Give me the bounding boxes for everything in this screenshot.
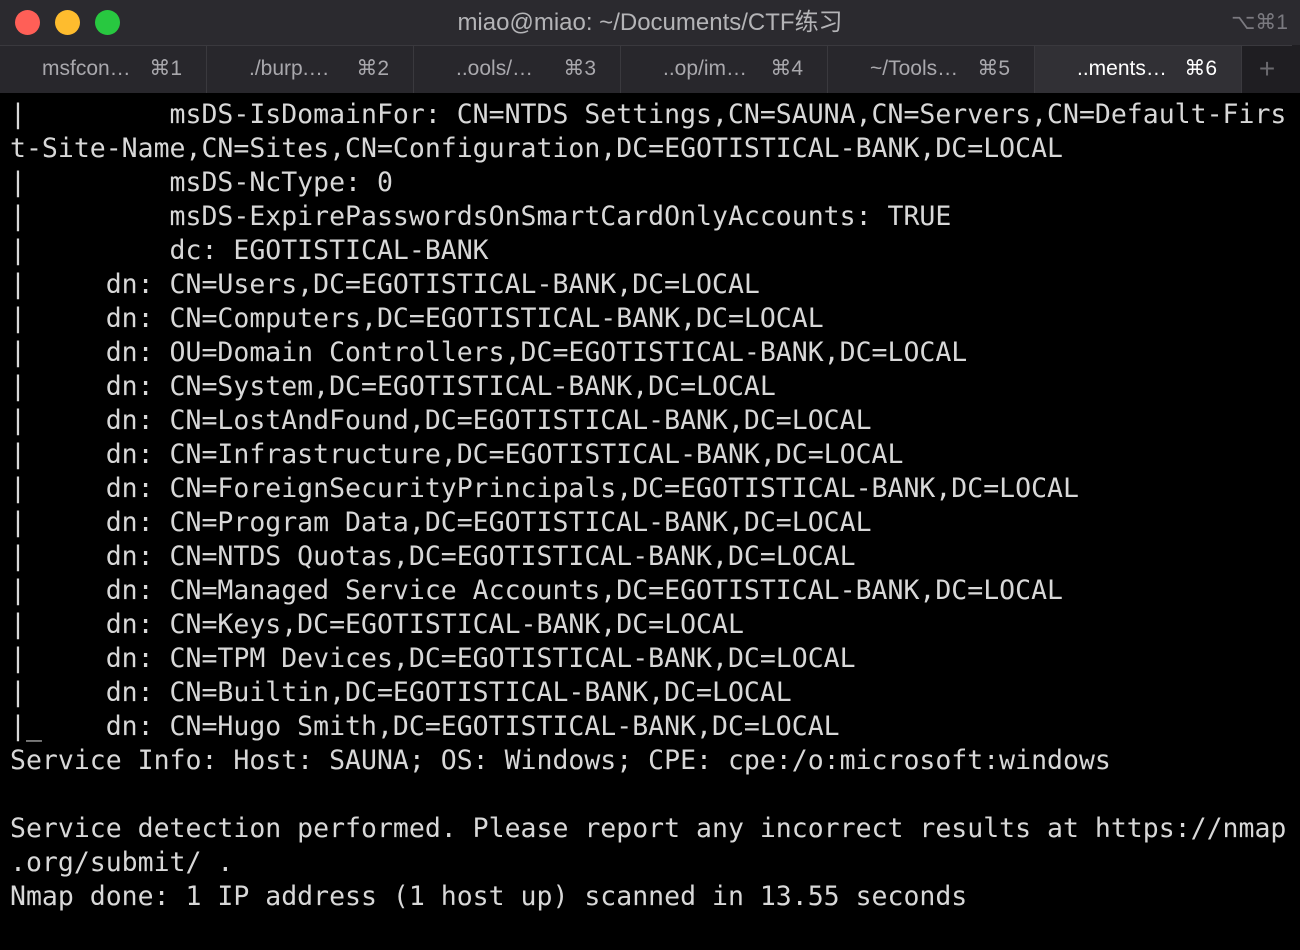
new-tab-button[interactable]: + — [1242, 45, 1292, 93]
terminal-line: Nmap done: 1 IP address (1 host up) scan… — [10, 881, 968, 912]
terminal-line: | dn: CN=ForeignSecurityPrincipals,DC=EG… — [10, 473, 1079, 504]
terminal-output[interactable]: | msDS-IsDomainFor: CN=NTDS Settings,CN=… — [0, 93, 1300, 950]
tab-shortcut: ⌘6 — [1184, 57, 1217, 80]
terminal-window: miao@miao: ~/Documents/CTF练习 ⌥⌘1 msfcon…… — [0, 0, 1300, 950]
terminal-line: |_ dn: CN=Hugo Smith,DC=EGOTISTICAL-BANK… — [10, 711, 840, 742]
terminal-line: | dn: CN=Infrastructure,DC=EGOTISTICAL-B… — [10, 439, 904, 470]
window-title: miao@miao: ~/Documents/CTF练习 — [457, 9, 843, 36]
terminal-line: .org/submit/ . — [10, 847, 234, 878]
tab-4[interactable]: ..op/im… ⌘4 — [621, 45, 828, 93]
terminal-line: t-Site-Name,CN=Sites,CN=Configuration,DC… — [10, 133, 1063, 164]
terminal-line: | dn: CN=LostAndFound,DC=EGOTISTICAL-BAN… — [10, 405, 872, 436]
tab-label: ..ments… — [1077, 57, 1167, 80]
terminal-lines: | msDS-IsDomainFor: CN=NTDS Settings,CN=… — [10, 98, 1286, 914]
window-shortcut: ⌥⌘1 — [1231, 11, 1288, 34]
terminal-line: Service Info: Host: SAUNA; OS: Windows; … — [10, 745, 1111, 776]
terminal-line: Service detection performed. Please repo… — [10, 813, 1287, 844]
terminal-line: | dn: CN=TPM Devices,DC=EGOTISTICAL-BANK… — [10, 643, 856, 674]
tab-shortcut: ⌘1 — [149, 57, 182, 80]
tab-label: ..ools/… — [456, 57, 534, 80]
tab-2[interactable]: ./burp.… ⌘2 — [207, 45, 414, 93]
terminal-line: | dn: CN=NTDS Quotas,DC=EGOTISTICAL-BANK… — [10, 541, 856, 572]
terminal-line: | dn: CN=Builtin,DC=EGOTISTICAL-BANK,DC=… — [10, 677, 792, 708]
terminal-line: | dn: OU=Domain Controllers,DC=EGOTISTIC… — [10, 337, 968, 368]
terminal-line: | dn: CN=Managed Service Accounts,DC=EGO… — [10, 575, 1063, 606]
tab-bar: msfcon… ⌘1 ./burp.… ⌘2 ..ools/… ⌘3 ..op/… — [0, 45, 1300, 93]
tab-shortcut: ⌘5 — [977, 57, 1010, 80]
tab-3[interactable]: ..ools/… ⌘3 — [414, 45, 621, 93]
tab-label: ./burp.… — [249, 57, 330, 80]
terminal-line: | dn: CN=Computers,DC=EGOTISTICAL-BANK,D… — [10, 303, 824, 334]
tab-1[interactable]: msfcon… ⌘1 — [0, 45, 207, 93]
tab-shortcut: ⌘4 — [770, 57, 803, 80]
terminal-line: | dn: CN=System,DC=EGOTISTICAL-BANK,DC=L… — [10, 371, 776, 402]
tab-shortcut: ⌘2 — [356, 57, 389, 80]
terminal-line: | dn: CN=Users,DC=EGOTISTICAL-BANK,DC=LO… — [10, 269, 760, 300]
terminal-line: | dc: EGOTISTICAL-BANK — [10, 235, 489, 266]
terminal-line: | msDS-NcType: 0 — [10, 167, 393, 198]
title-bar[interactable]: miao@miao: ~/Documents/CTF练习 ⌥⌘1 — [0, 0, 1300, 45]
terminal-line: | msDS-ExpirePasswordsOnSmartCardOnlyAcc… — [10, 201, 952, 232]
tab-label: msfcon… — [42, 57, 131, 80]
tab-label: ..op/im… — [663, 57, 748, 80]
tab-shortcut: ⌘3 — [563, 57, 596, 80]
terminal-line: | dn: CN=Program Data,DC=EGOTISTICAL-BAN… — [10, 507, 872, 538]
tab-6[interactable]: ..ments… ⌘6 — [1035, 45, 1242, 93]
terminal-line: | msDS-IsDomainFor: CN=NTDS Settings,CN=… — [10, 99, 1287, 130]
tab-label: ~/Tools… — [870, 57, 959, 80]
terminal-line: | dn: CN=Keys,DC=EGOTISTICAL-BANK,DC=LOC… — [10, 609, 744, 640]
tab-5[interactable]: ~/Tools… ⌘5 — [828, 45, 1035, 93]
